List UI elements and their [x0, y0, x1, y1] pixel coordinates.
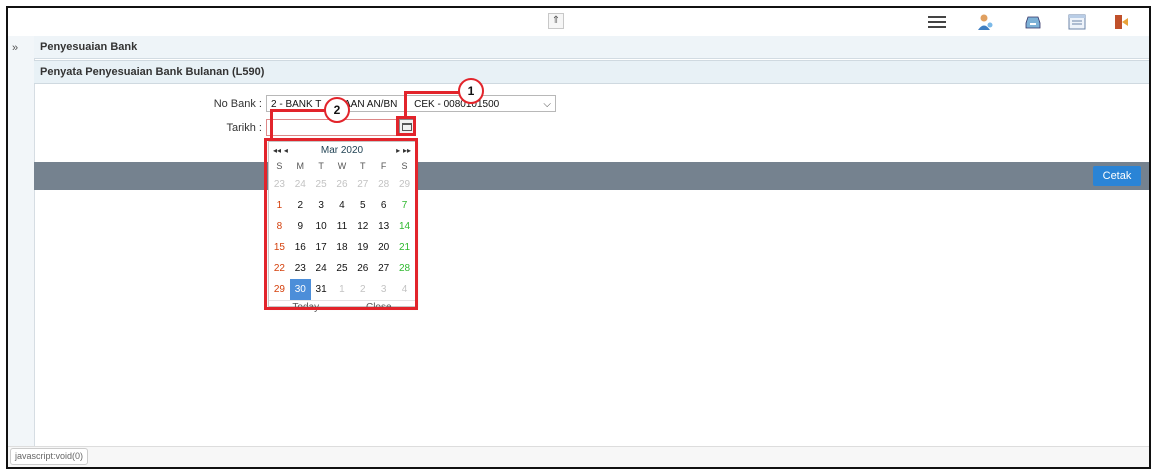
highlight-calendar-button-box [396, 116, 416, 136]
action-bar [34, 162, 1149, 190]
status-link-chip: javascript:void(0) [10, 448, 89, 465]
no-bank-value-b: AAN AN/BN [344, 99, 398, 110]
status-bar: javascript:void(0) [8, 446, 1149, 467]
tarikh-label: Tarikh : [226, 122, 262, 134]
marker-2-leader [270, 109, 273, 139]
step-marker-2: 2 [324, 97, 350, 123]
menu-icon[interactable] [926, 12, 948, 32]
collapse-up-button[interactable]: ⇑ [548, 13, 564, 29]
marker-2-leader [270, 109, 326, 112]
marker-1-leader [404, 91, 460, 94]
top-bar: ⇑ [8, 8, 1149, 37]
chevron-down-icon: ⌵ [543, 99, 551, 110]
no-bank-label: No Bank : [213, 98, 262, 110]
step-marker-1: 1 [458, 78, 484, 104]
app-frame: ⇑ » Penyesuaian Bank Penyata Penyesuaian… [6, 6, 1151, 469]
page-title: Penyata Penyesuaian Bank Bulanan (L590) [34, 60, 1149, 84]
window-icon[interactable] [1066, 12, 1088, 32]
exit-icon[interactable] [1110, 12, 1132, 32]
marker-1-leader [404, 91, 407, 117]
inbox-icon[interactable] [1022, 12, 1044, 32]
side-panel-strip: » [8, 36, 35, 456]
user-icon[interactable] [974, 12, 996, 32]
expand-sidebar-button[interactable]: » [12, 42, 18, 54]
highlight-calendar-box [264, 138, 418, 310]
cetak-button[interactable]: Cetak [1093, 166, 1141, 186]
breadcrumb-title: Penyesuaian Bank [34, 36, 1149, 59]
